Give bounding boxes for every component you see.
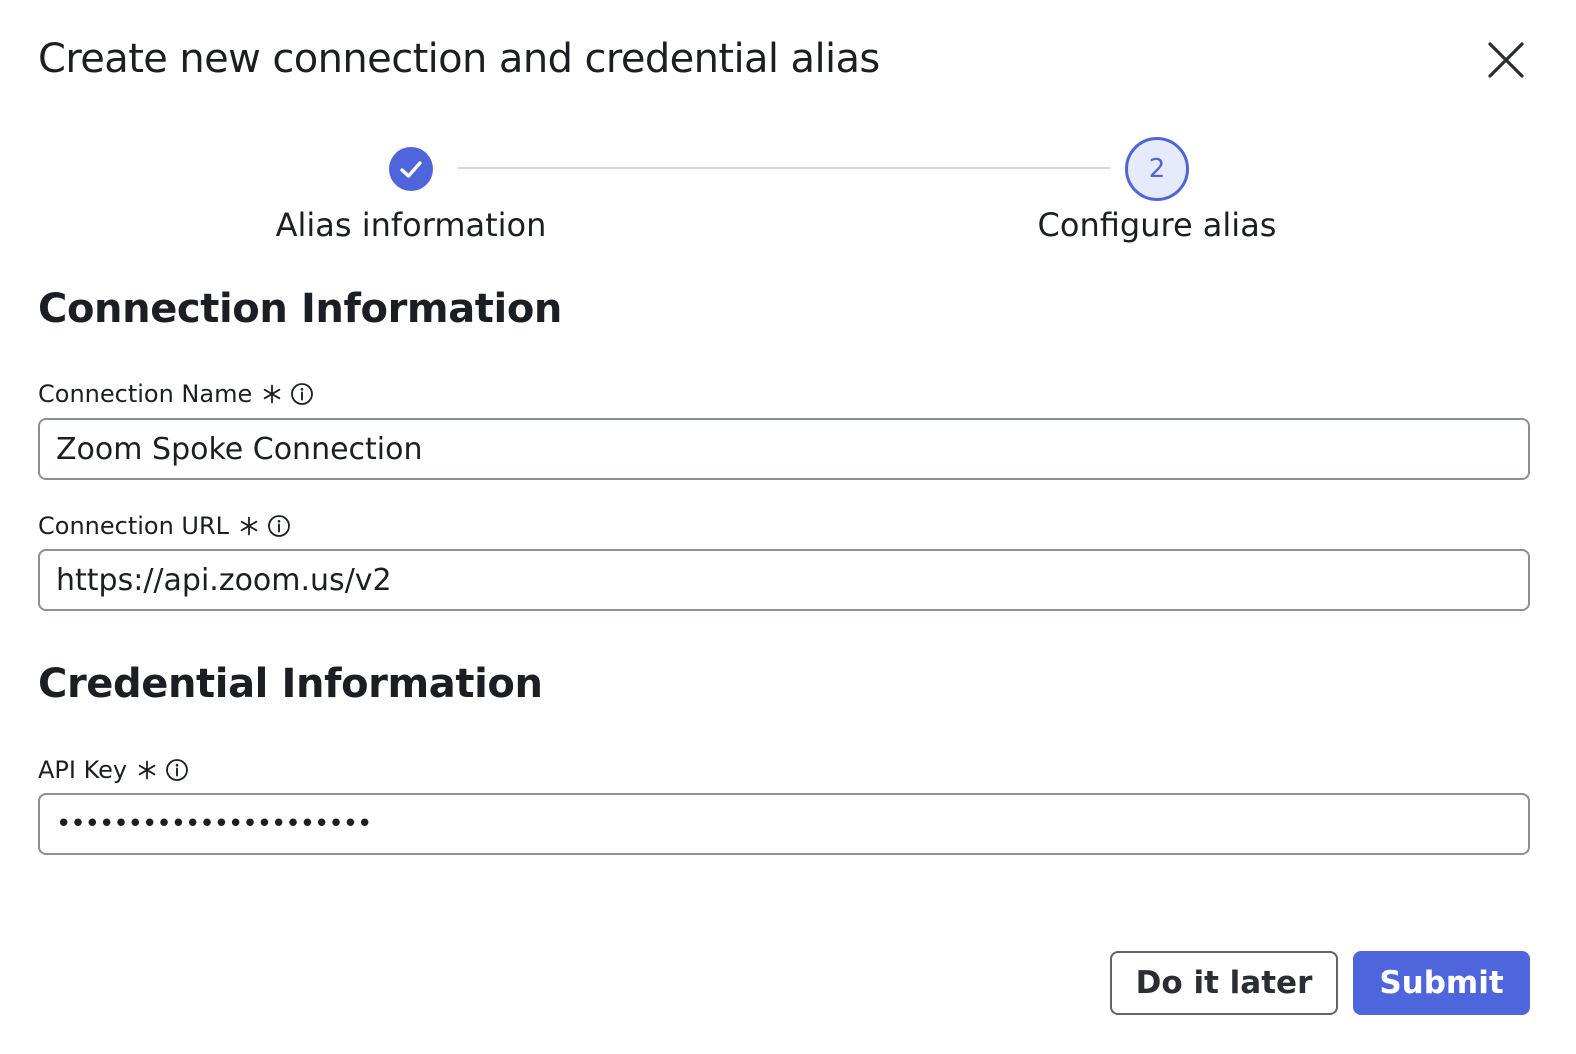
info-icon[interactable] — [290, 382, 314, 406]
do-it-later-button[interactable]: Do it later — [1110, 951, 1338, 1015]
connection-name-label-row: Connection Name — [38, 380, 314, 408]
asterisk-icon — [239, 516, 259, 536]
stepper-connector-line — [458, 167, 1110, 169]
submit-button[interactable]: Submit — [1353, 951, 1530, 1015]
api-key-label-row: API Key — [38, 756, 189, 784]
step-2-label: Configure alias — [1037, 206, 1277, 244]
asterisk-icon — [262, 384, 282, 404]
api-key-input[interactable] — [38, 793, 1530, 855]
asterisk-icon — [137, 760, 157, 780]
api-key-label: API Key — [38, 756, 128, 784]
connection-information-heading: Connection Information — [38, 286, 562, 332]
connection-name-label: Connection Name — [38, 380, 253, 408]
info-icon[interactable] — [267, 514, 291, 538]
close-icon[interactable] — [1484, 38, 1528, 82]
connection-url-label: Connection URL — [38, 512, 230, 540]
connection-url-label-row: Connection URL — [38, 512, 291, 540]
connection-url-input[interactable] — [38, 549, 1530, 611]
check-icon — [389, 147, 433, 191]
connection-name-input[interactable] — [38, 418, 1530, 480]
close-button[interactable] — [1484, 38, 1528, 82]
credential-information-heading: Credential Information — [38, 661, 543, 707]
info-icon[interactable] — [165, 758, 189, 782]
dialog-title: Create new connection and credential ali… — [38, 36, 880, 82]
step-1-completed-indicator — [389, 147, 433, 191]
step-2-current-indicator: 2 — [1125, 137, 1189, 201]
step-1-label: Alias information — [275, 206, 547, 244]
step-2-number: 2 — [1148, 154, 1166, 184]
